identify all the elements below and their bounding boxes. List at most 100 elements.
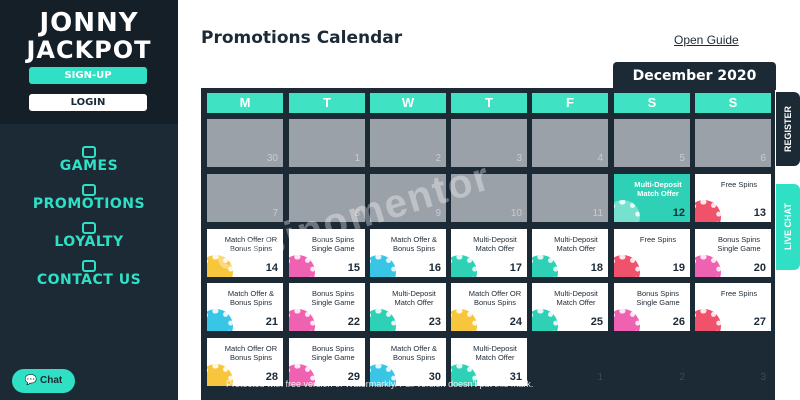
offer-label: Multi-Deposit Match Offer [634,180,682,198]
day-number: 4 [597,153,603,164]
nav-contact-us[interactable]: CONTACT US [0,260,178,288]
day-number: 22 [347,316,360,328]
live-chat-tab[interactable]: LIVE CHAT [776,184,800,270]
offer-label: Multi-Deposit Match Offer [554,289,598,307]
day-number: 3 [760,372,766,383]
calendar-day-cell[interactable]: Match Offer & Bonus Spins 16 [370,229,446,277]
offer-label: Bonus Spins Single Game [717,235,761,253]
day-number: 2 [679,372,685,383]
cards-icon [82,146,96,158]
open-guide-link[interactable]: Open Guide [674,33,739,47]
nav-loyalty[interactable]: LOYALTY [0,222,178,250]
offer-label: Free Spins [639,235,677,244]
calendar-day-cell[interactable]: Free Spins 13 [695,174,771,222]
casino-chip-icon [614,255,640,277]
calendar-day-cell: 7 [207,174,283,222]
chat-label: Chat [40,375,63,386]
calendar-day-cell[interactable]: Free Spins 19 [614,229,690,277]
calendar-day-cell[interactable]: Multi-Deposit Match Offer 18 [532,229,608,277]
calendar-day-cell[interactable]: Bonus Spins Single Game 26 [614,283,690,331]
day-number: 10 [510,208,522,219]
casino-chip-icon [532,255,558,277]
watermark-notice: Protected with free version of Watermark… [226,379,534,389]
chat-bubble-icon: 💬 [24,375,38,386]
day-number: 30 [266,153,278,164]
calendar-day-cell: 2 [370,119,446,167]
calendar-day-cell: 5 [614,119,690,167]
casino-chip-icon [532,309,558,331]
casino-chip-icon [614,200,640,222]
calendar-day-cell[interactable]: Bonus Spins Single Game 20 [695,229,771,277]
trophy-icon [82,222,96,234]
calendar-day-cell[interactable]: Multi-Deposit Match Offer 12 [614,174,690,222]
offer-label: Bonus Spins Single Game [311,289,355,307]
calendar-day-cell: 1 [289,119,365,167]
day-number: 26 [672,316,685,328]
day-number: 15 [347,262,360,274]
day-number: 25 [590,316,603,328]
offer-label: Match Offer OR Bonus Spins [224,344,278,362]
offer-label: Match Offer & Bonus Spins [390,235,438,253]
weekday-header: T [451,93,527,113]
casino-chip-icon [451,309,477,331]
casino-chip-icon [451,255,477,277]
calendar-day-cell: 4 [532,119,608,167]
offer-label: Free Spins [720,289,758,298]
signup-button[interactable]: SIGN-UP [29,67,147,84]
day-number: 23 [428,316,441,328]
day-number: 5 [679,153,685,164]
gift-icon [82,184,96,196]
day-number: 24 [509,316,522,328]
login-button[interactable]: LOGIN [29,94,147,111]
calendar-day-cell[interactable]: Match Offer OR Bonus Spins 24 [451,283,527,331]
casino-chip-icon [695,309,721,331]
casino-chip-icon [289,309,315,331]
sidebar: JONNY JACKPOT SIGN-UP LOGIN GAMES PROMOT… [0,0,178,400]
weekday-header: M [207,93,283,113]
day-number: 13 [753,207,766,219]
register-tab[interactable]: REGISTER [776,92,800,166]
weekday-header: F [532,93,608,113]
calendar-day-cell[interactable]: Multi-Deposit Match Offer 23 [370,283,446,331]
day-number: 11 [592,208,603,219]
day-number: 3 [516,153,522,164]
day-number: 2 [435,153,441,164]
casino-chip-icon [614,309,640,331]
offer-label: Free Spins [720,180,758,189]
day-number: 17 [509,262,522,274]
chat-button[interactable]: 💬 Chat [12,369,75,393]
calendar-day-cell[interactable]: Bonus Spins Single Game 22 [289,283,365,331]
day-number: 20 [753,262,766,274]
calendar-day-cell[interactable]: Free Spins 27 [695,283,771,331]
casino-chip-icon [695,200,721,222]
day-number: 1 [354,153,360,164]
support-icon [82,260,96,272]
weekday-header: S [695,93,771,113]
casino-chip-icon [695,255,721,277]
day-number: 12 [672,207,685,219]
offer-label: Multi-Deposit Match Offer [473,235,517,253]
logo-jackpot[interactable]: JACKPOT [0,36,178,64]
calendar-day-cell[interactable]: Multi-Deposit Match Offer 17 [451,229,527,277]
calendar-day-cell: 30 [207,119,283,167]
offer-label: Multi-Deposit Match Offer [473,344,517,362]
logo-jonny[interactable]: JONNY [0,8,178,38]
day-number: 27 [753,316,766,328]
calendar-day-cell: 1 [532,338,608,386]
nav-loyalty-label: LOYALTY [54,234,124,250]
nav-games-label: GAMES [59,158,119,174]
casino-chip-icon [370,255,396,277]
calendar-day-cell[interactable]: Multi-Deposit Match Offer 25 [532,283,608,331]
offer-label: Match Offer & Bonus Spins [227,289,275,307]
calendar-day-cell: 6 [695,119,771,167]
sidebar-header: JONNY JACKPOT SIGN-UP LOGIN [0,0,178,124]
nav-games[interactable]: GAMES [0,146,178,174]
day-number: 6 [760,153,766,164]
day-number: 18 [590,262,603,274]
nav-promotions[interactable]: PROMOTIONS [0,184,178,212]
offer-label: Multi-Deposit Match Offer [554,235,598,253]
offer-label: Multi-Deposit Match Offer [392,289,436,307]
calendar-day-cell[interactable]: Match Offer & Bonus Spins 21 [207,283,283,331]
day-number: 16 [428,262,441,274]
offer-label: Bonus Spins Single Game [311,344,355,362]
